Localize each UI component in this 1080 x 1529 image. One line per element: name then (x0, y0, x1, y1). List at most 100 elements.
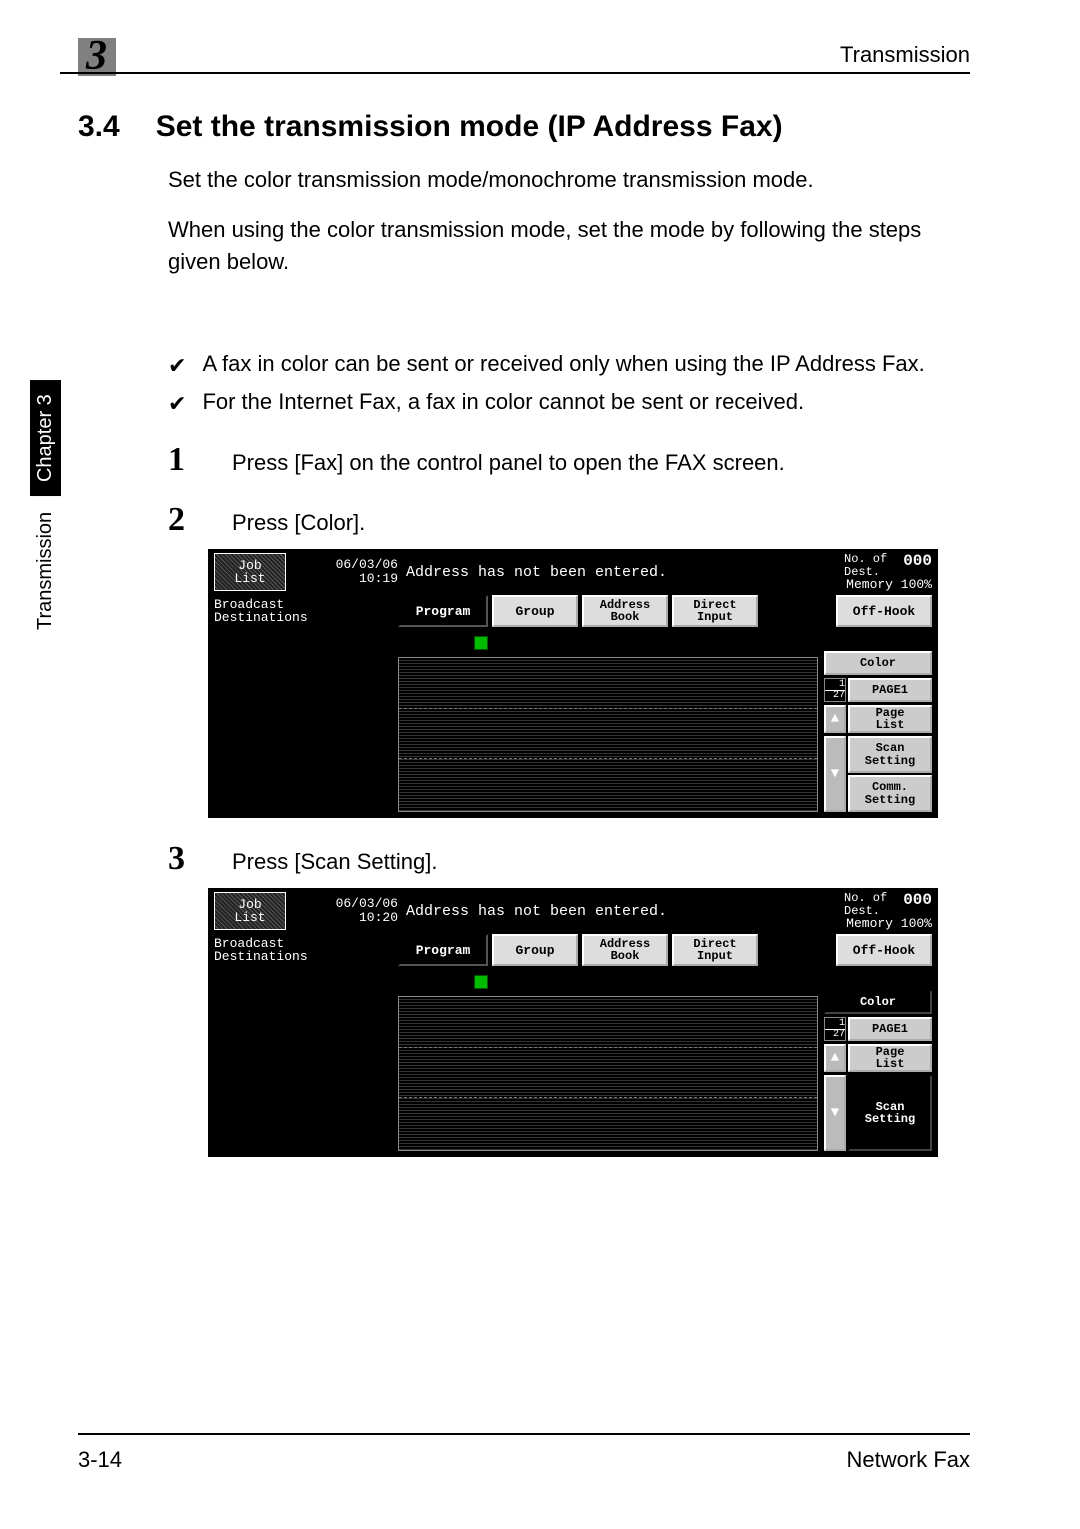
check-list: A fax in color can be sent or received o… (168, 348, 970, 420)
job-list-button[interactable]: Job List (214, 553, 286, 591)
up-arrow-button[interactable]: ▲ (824, 1044, 846, 1072)
memory-text: Memory 100% (844, 917, 932, 931)
broadcast-label: Broadcast (214, 937, 394, 951)
date-text: 06/03/06 (336, 897, 398, 911)
down-arrow-button[interactable]: ▼ (824, 1075, 846, 1151)
pagelist-label: List (876, 1058, 905, 1071)
datetime-display: 06/03/06 10:20 (290, 892, 398, 930)
tab-label: Input (697, 950, 733, 962)
color-label: Color (860, 657, 896, 670)
scan-label: Setting (865, 1113, 915, 1126)
broadcast-dest-label: Broadcast Destinations (214, 934, 394, 966)
off-hook-button[interactable]: Off-Hook (836, 595, 932, 627)
color-button[interactable]: Color (824, 651, 932, 675)
tab-label: Book (611, 950, 640, 962)
job-list-button[interactable]: Job List (214, 892, 286, 930)
side-tab-chapter-text: Transmission (34, 512, 57, 630)
pagelist-label: List (876, 719, 905, 732)
noof-label: No. of (844, 892, 887, 905)
header-rule (60, 72, 970, 74)
scan-setting-button-selected[interactable]: Scan Setting (848, 1075, 932, 1151)
step-row: 3 Press [Scan Setting]. (168, 840, 970, 878)
body-paragraph: When using the color transmission mode, … (168, 214, 970, 278)
noof-count: 000 (903, 553, 932, 578)
off-hook-button[interactable]: Off-Hook (836, 934, 932, 966)
tab-group[interactable]: Group (492, 934, 578, 966)
broadcast-label: Broadcast (214, 598, 394, 612)
step-number: 3 (168, 840, 198, 878)
tab-address-book[interactable]: Address Book (582, 595, 668, 627)
time-text: 10:19 (359, 572, 398, 586)
fax-screen-figure-1: Job List 06/03/06 10:19 Address has not … (208, 549, 938, 818)
section-title: Set the transmission mode (IP Address Fa… (156, 110, 783, 144)
step-text: Press [Scan Setting]. (232, 849, 437, 875)
step-row: 1 Press [Fax] on the control panel to op… (168, 441, 970, 479)
side-tab-chapter-box: Chapter 3 (30, 380, 61, 496)
header-title: Transmission (840, 42, 970, 68)
page-frac-bot: 27 (825, 690, 845, 701)
datetime-display: 06/03/06 10:19 (290, 553, 398, 591)
page-frac-bot: 27 (825, 1029, 845, 1040)
color-label: Color (860, 996, 896, 1009)
tab-label: Program (416, 944, 471, 957)
side-tab: Transmission Chapter 3 (30, 380, 61, 630)
comm-setting-button[interactable]: Comm. Setting (848, 775, 932, 812)
scan-setting-button[interactable]: Scan Setting (848, 736, 932, 773)
page-button[interactable]: PAGE1 (848, 678, 932, 702)
noof-label: No. of (844, 553, 887, 566)
up-arrow-button[interactable]: ▲ (824, 705, 846, 733)
scan-label: Setting (865, 755, 915, 768)
page-label: PAGE1 (872, 1023, 908, 1036)
tab-program[interactable]: Program (398, 934, 488, 966)
page-footer: 3-14 Network Fax (78, 1433, 970, 1473)
time-text: 10:20 (359, 911, 398, 925)
page-list-button[interactable]: Page List (848, 1044, 932, 1072)
footer-title: Network Fax (847, 1447, 970, 1473)
down-arrow-button[interactable]: ▼ (824, 736, 846, 812)
dest-count-box: No. of Dest. 000 Memory 100% (844, 892, 932, 930)
tab-label: Book (611, 611, 640, 623)
step-number: 2 (168, 501, 198, 539)
page-label: PAGE1 (872, 684, 908, 697)
broadcast-label: Destinations (214, 611, 394, 625)
broadcast-dest-label: Broadcast Destinations (214, 595, 394, 627)
status-message: Address has not been entered. (398, 892, 840, 930)
memory-text: Memory 100% (844, 578, 932, 592)
body-paragraph: Set the color transmission mode/monochro… (168, 164, 970, 196)
dest-list-area[interactable] (398, 996, 818, 1151)
step-text: Press [Color]. (232, 510, 365, 536)
page-frac-top: 1 (825, 680, 845, 690)
noof-count: 000 (903, 892, 932, 917)
section-heading: 3.4 Set the transmission mode (IP Addres… (78, 110, 970, 144)
check-item-text: For the Internet Fax, a fax in color can… (202, 386, 804, 418)
job-list-label: List (234, 911, 265, 924)
page-fraction: 1 27 (824, 678, 846, 702)
indicator-icon (474, 975, 488, 989)
tab-address-book[interactable]: Address Book (582, 934, 668, 966)
tab-label: Program (416, 605, 471, 618)
tab-label: Group (515, 605, 554, 618)
tab-program[interactable]: Program (398, 595, 488, 627)
check-item-text: A fax in color can be sent or received o… (202, 348, 924, 380)
page-list-button[interactable]: Page List (848, 705, 932, 733)
offhook-label: Off-Hook (853, 944, 915, 957)
color-button-selected[interactable]: Color (824, 990, 932, 1014)
page-fraction: 1 27 (824, 1017, 846, 1041)
offhook-label: Off-Hook (853, 605, 915, 618)
step-number: 1 (168, 441, 198, 479)
page-button[interactable]: PAGE1 (848, 1017, 932, 1041)
page-frac-top: 1 (825, 1019, 845, 1029)
tab-direct-input[interactable]: Direct Input (672, 934, 758, 966)
tab-group[interactable]: Group (492, 595, 578, 627)
step-row: 2 Press [Color]. (168, 501, 970, 539)
dest-count-box: No. of Dest. 000 Memory 100% (844, 553, 932, 591)
page-number: 3-14 (78, 1447, 122, 1473)
job-list-label: List (234, 572, 265, 585)
tab-direct-input[interactable]: Direct Input (672, 595, 758, 627)
broadcast-label: Destinations (214, 950, 394, 964)
dest-list-area[interactable] (398, 657, 818, 812)
fax-screen-figure-2: Job List 06/03/06 10:20 Address has not … (208, 888, 938, 1157)
indicator-icon (474, 636, 488, 650)
section-number: 3.4 (78, 110, 120, 144)
status-message: Address has not been entered. (398, 553, 840, 591)
